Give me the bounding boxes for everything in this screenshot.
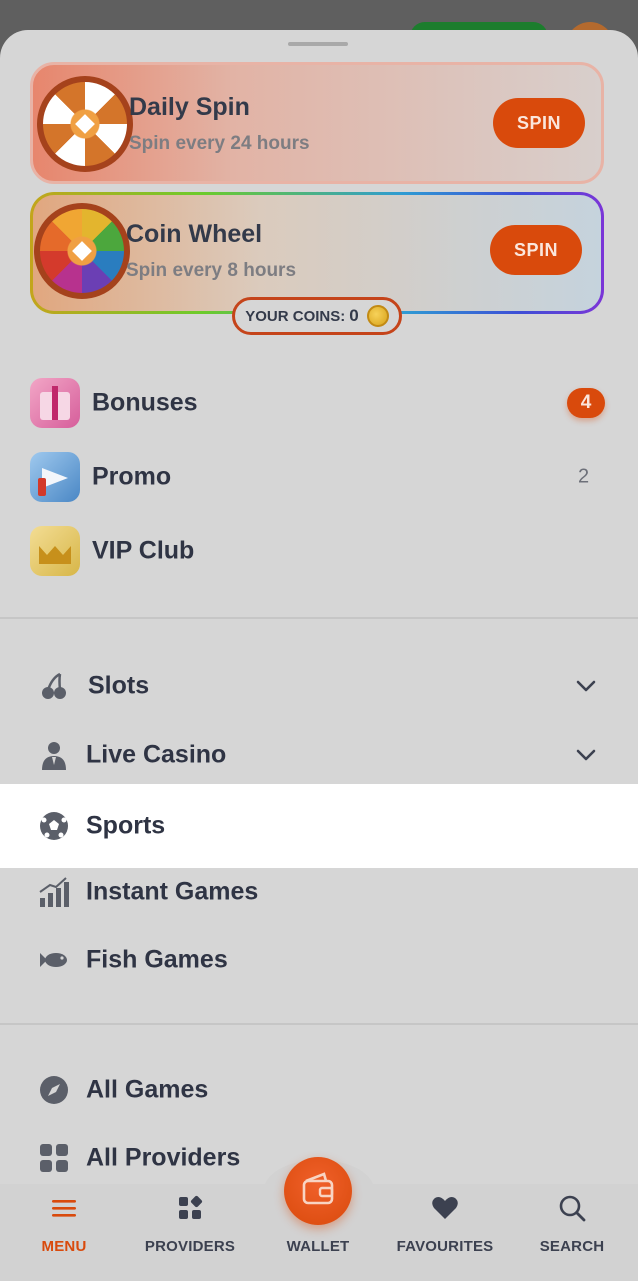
hamburger-icon xyxy=(52,1200,76,1217)
fish-games-label: Fish Games xyxy=(86,945,228,974)
megaphone-icon xyxy=(30,452,80,502)
section-divider xyxy=(0,1023,638,1025)
section-divider xyxy=(0,617,638,619)
dealer-icon xyxy=(42,742,66,770)
tab-wallet[interactable]: WALLET xyxy=(254,1184,382,1281)
your-coins-label: YOUR COINS: xyxy=(245,307,346,325)
tab-favourites-label: FAVOURITES xyxy=(396,1238,494,1255)
compass-icon xyxy=(40,1076,68,1104)
menu-item-all-games[interactable]: All Games xyxy=(0,1060,638,1120)
promo-count: 2 xyxy=(578,465,590,488)
providers-grid-icon xyxy=(179,1195,203,1219)
promo-label: Promo xyxy=(92,462,172,491)
all-providers-label: All Providers xyxy=(86,1143,241,1172)
bar-chart-rising-icon xyxy=(39,877,69,907)
coin-wheel-subtitle: Spin every 8 hours xyxy=(126,260,297,281)
tab-favourites[interactable]: FAVOURITES xyxy=(381,1184,509,1281)
menu-item-fish-games[interactable]: Fish Games xyxy=(0,930,638,990)
daily-spin-subtitle: Spin every 24 hours xyxy=(129,133,310,154)
soccer-ball-icon xyxy=(40,812,68,840)
search-icon xyxy=(559,1195,586,1222)
menu-item-vip-club[interactable]: VIP Club xyxy=(0,521,638,581)
grid-icon xyxy=(40,1144,68,1172)
tab-providers-label: PROVIDERS xyxy=(144,1238,236,1255)
tab-search-label: SEARCH xyxy=(539,1238,605,1255)
daily-spin-card[interactable]: Daily Spin Spin every 24 hours SPIN xyxy=(30,62,604,184)
sports-label: Sports xyxy=(86,811,166,840)
coin-wheel-spin-button[interactable]: SPIN xyxy=(490,225,582,275)
menu-sheet: Daily Spin Spin every 24 hours SPIN Coin… xyxy=(0,30,638,1281)
sheet-drag-handle[interactable] xyxy=(288,42,348,46)
bonuses-label: Bonuses xyxy=(92,388,198,417)
heart-icon xyxy=(432,1197,458,1219)
menu-item-bonuses[interactable]: Bonuses 4 xyxy=(0,373,638,433)
spin-wheel-icon xyxy=(37,76,133,172)
chevron-down-icon[interactable] xyxy=(574,743,598,767)
menu-item-instant-games[interactable]: Instant Games xyxy=(0,862,638,922)
cherry-icon xyxy=(42,672,66,699)
coin-wheel-title: Coin Wheel xyxy=(126,220,263,248)
menu-item-sports[interactable]: Sports xyxy=(0,784,638,868)
slots-label: Slots xyxy=(88,671,150,700)
your-coins-value: 0 xyxy=(349,306,359,325)
coin-wheel-card[interactable]: Coin Wheel Spin every 8 hours SPIN xyxy=(33,195,601,311)
tab-wallet-label: WALLET xyxy=(286,1238,350,1255)
vip-club-label: VIP Club xyxy=(92,536,195,565)
instant-games-label: Instant Games xyxy=(86,877,259,906)
fish-icon xyxy=(40,953,67,967)
daily-spin-title: Daily Spin xyxy=(129,93,250,121)
menu-item-slots[interactable]: Slots xyxy=(0,656,638,716)
your-coins-pill: YOUR COINS: 0 xyxy=(232,297,402,335)
live-casino-label: Live Casino xyxy=(86,740,227,769)
coin-icon xyxy=(366,305,389,327)
coin-wheel-icon xyxy=(34,203,130,299)
chevron-down-icon[interactable] xyxy=(574,674,598,698)
daily-spin-button[interactable]: SPIN xyxy=(493,98,585,148)
menu-item-live-casino[interactable]: Live Casino xyxy=(0,725,638,785)
gift-icon xyxy=(30,378,80,428)
tab-providers[interactable]: PROVIDERS xyxy=(126,1184,254,1281)
menu-item-promo[interactable]: Promo 2 xyxy=(0,447,638,507)
tab-menu[interactable]: MENU xyxy=(0,1184,128,1281)
tab-search[interactable]: SEARCH xyxy=(508,1184,636,1281)
tab-menu-label: MENU xyxy=(41,1238,87,1255)
all-games-label: All Games xyxy=(86,1075,209,1104)
bonuses-badge: 4 xyxy=(567,388,605,418)
crown-icon xyxy=(30,526,80,576)
